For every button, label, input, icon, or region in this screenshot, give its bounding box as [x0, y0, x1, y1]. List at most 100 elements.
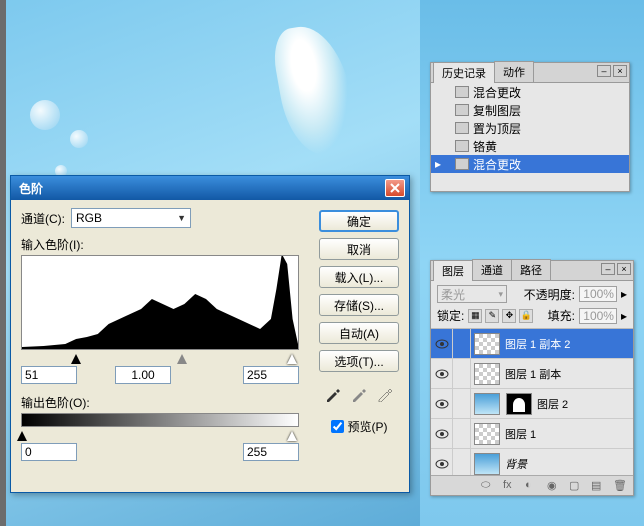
tab-history[interactable]: 历史记录	[433, 62, 495, 83]
lock-paint-icon[interactable]: ✎	[485, 309, 499, 323]
history-item[interactable]: 复制图层	[431, 101, 629, 119]
out-black-slider[interactable]	[17, 431, 27, 441]
close-icon[interactable]: ×	[617, 263, 631, 275]
eye-icon	[435, 429, 449, 439]
visibility-toggle[interactable]	[431, 419, 453, 448]
group-icon[interactable]: ▢	[569, 479, 583, 493]
layer-name: 图层 1 副本	[503, 366, 561, 382]
black-point-slider[interactable]	[71, 354, 81, 364]
load-button[interactable]: 载入(L)...	[319, 266, 399, 288]
save-button[interactable]: 存储(S)...	[319, 294, 399, 316]
link-cell[interactable]	[453, 419, 471, 448]
history-item[interactable]: 铬黄	[431, 137, 629, 155]
lock-move-icon[interactable]: ✥	[502, 309, 516, 323]
preview-checkbox[interactable]	[331, 420, 344, 433]
eye-icon	[435, 369, 449, 379]
lock-transparent-icon[interactable]: ▦	[468, 309, 482, 323]
white-point-slider[interactable]	[287, 354, 297, 364]
histogram-graph	[22, 255, 298, 349]
out-white-slider[interactable]	[287, 431, 297, 441]
fx-icon[interactable]: fx	[503, 479, 517, 493]
blend-mode-select[interactable]: 柔光 ▾	[437, 285, 507, 303]
layer-name: 图层 1	[503, 426, 536, 442]
link-cell[interactable]	[453, 389, 471, 418]
link-cell[interactable]	[453, 359, 471, 388]
visibility-toggle[interactable]	[431, 449, 453, 478]
output-white-field[interactable]	[243, 443, 299, 461]
layer-row[interactable]: 图层 1 副本	[431, 359, 633, 389]
history-item[interactable]: 混合更改	[431, 83, 629, 101]
layer-thumbnail[interactable]	[474, 453, 500, 475]
fill-label: 填充:	[548, 307, 575, 324]
layer-thumbnail[interactable]	[474, 363, 500, 385]
close-icon[interactable]: ×	[613, 65, 627, 77]
visibility-toggle[interactable]	[431, 359, 453, 388]
history-step-icon	[455, 158, 469, 170]
layer-list: 图层 1 副本 2 图层 1 副本图层 2 图层 1 背景	[431, 329, 633, 479]
input-black-field[interactable]	[21, 366, 77, 384]
link-cell[interactable]	[453, 449, 471, 478]
eyedropper-black-icon[interactable]	[325, 386, 341, 402]
eye-icon	[435, 459, 449, 469]
history-list: 混合更改复制图层置为顶层铬黄▸混合更改	[431, 83, 629, 173]
history-item-label: 铬黄	[473, 138, 497, 155]
opacity-arrow-icon[interactable]: ▸	[621, 287, 627, 301]
layer-row[interactable]: 图层 1 副本 2	[431, 329, 633, 359]
eye-icon	[435, 399, 449, 409]
history-item[interactable]: 置为顶层	[431, 119, 629, 137]
new-layer-icon[interactable]: ▤	[591, 479, 605, 493]
fill-arrow-icon[interactable]: ▸	[621, 309, 627, 323]
layer-name: 图层 1 副本 2	[503, 336, 570, 352]
eyedropper-white-icon[interactable]	[377, 386, 393, 402]
bubble	[30, 100, 60, 130]
history-step-icon	[455, 122, 469, 134]
auto-button[interactable]: 自动(A)	[319, 322, 399, 344]
ok-button[interactable]: 确定	[319, 210, 399, 232]
tab-layers[interactable]: 图层	[433, 260, 473, 281]
minimize-icon[interactable]: –	[597, 65, 611, 77]
output-black-field[interactable]	[21, 443, 77, 461]
fill-input[interactable]: 100%	[579, 308, 617, 324]
lock-label: 锁定:	[437, 307, 464, 324]
tab-paths[interactable]: 路径	[511, 259, 551, 280]
dialog-titlebar[interactable]: 色阶	[11, 176, 409, 200]
input-gamma-field[interactable]	[115, 366, 171, 384]
output-slider-track[interactable]	[21, 427, 299, 441]
input-white-field[interactable]	[243, 366, 299, 384]
preview-label: 预览(P)	[348, 418, 388, 435]
layer-thumbnail[interactable]	[474, 423, 500, 445]
layer-name: 背景	[503, 456, 527, 472]
layer-thumbnail[interactable]	[474, 333, 500, 355]
lock-all-icon[interactable]: 🔒	[519, 309, 533, 323]
layer-thumbnail[interactable]	[474, 393, 500, 415]
layer-mask-thumbnail[interactable]	[506, 393, 532, 415]
minimize-icon[interactable]: –	[601, 263, 615, 275]
history-step-icon	[455, 86, 469, 98]
input-slider-track[interactable]	[21, 350, 299, 364]
visibility-toggle[interactable]	[431, 389, 453, 418]
channel-value: RGB	[76, 211, 102, 225]
output-gradient	[21, 413, 299, 427]
visibility-toggle[interactable]	[431, 329, 453, 358]
mask-icon[interactable]: ◐	[525, 479, 539, 493]
eyedropper-gray-icon[interactable]	[351, 386, 367, 402]
adjustment-icon[interactable]: ◉	[547, 479, 561, 493]
layer-row[interactable]: 图层 1	[431, 419, 633, 449]
options-button[interactable]: 选项(T)...	[319, 350, 399, 372]
chevron-down-icon: ▼	[177, 213, 186, 223]
history-item-label: 混合更改	[473, 84, 521, 101]
trash-icon[interactable]: 🗑	[613, 479, 627, 493]
layer-row[interactable]: 图层 2	[431, 389, 633, 419]
channel-select[interactable]: RGB ▼	[71, 208, 191, 228]
cancel-button[interactable]: 取消	[319, 238, 399, 260]
history-panel: 历史记录 动作 – × 混合更改复制图层置为顶层铬黄▸混合更改	[430, 62, 630, 192]
tab-channels[interactable]: 通道	[472, 259, 512, 280]
opacity-input[interactable]: 100%	[579, 286, 617, 302]
close-button[interactable]	[385, 179, 405, 197]
gray-point-slider[interactable]	[177, 354, 187, 364]
link-layers-icon[interactable]: ⬭	[481, 479, 495, 493]
history-item[interactable]: ▸混合更改	[431, 155, 629, 173]
tab-actions[interactable]: 动作	[494, 61, 534, 82]
link-cell[interactable]	[453, 329, 471, 358]
channel-label: 通道(C):	[21, 210, 65, 227]
